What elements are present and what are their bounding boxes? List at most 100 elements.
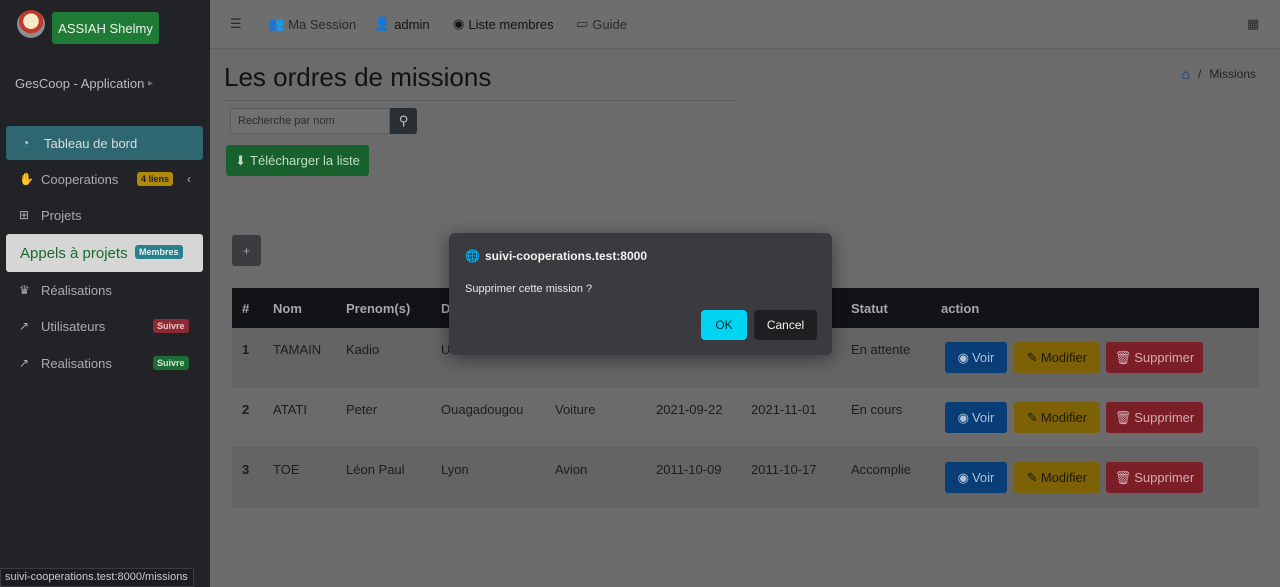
- col-prenom: Prenom(s): [346, 301, 411, 316]
- cell-date-debut: 2011-10-09: [656, 462, 722, 477]
- delete-button[interactable]: 🗑 Supprimer: [1106, 402, 1203, 433]
- delete-label: Supprimer: [1134, 470, 1195, 485]
- nav-members-label: Liste membres: [468, 16, 554, 32]
- nav-guide-label: Guide: [592, 16, 627, 32]
- delete-label: Supprimer: [1134, 350, 1195, 365]
- chevron-left-icon[interactable]: ‹: [187, 172, 191, 186]
- view-label: Voir: [971, 470, 995, 485]
- dialog-ok-button[interactable]: OK: [701, 310, 747, 340]
- cell-prenom: Léon Paul: [346, 462, 405, 477]
- edit-label: Modifier: [1040, 410, 1088, 425]
- page-title: Les ordres de missions: [224, 62, 492, 92]
- breadcrumb-separator: /: [1197, 67, 1202, 81]
- trophy-icon: ♛: [19, 283, 30, 297]
- row-index: 2: [242, 402, 250, 417]
- sidebar-item-label: Réalisations: [41, 282, 112, 298]
- sidebar-item-dashboard[interactable]: ◔ Tableau de bord: [6, 126, 203, 160]
- hamburger-menu-icon[interactable]: ☰: [230, 16, 242, 32]
- view-button[interactable]: ◉ Voir: [945, 342, 1007, 373]
- edit-button[interactable]: ✎ Modifier: [1014, 342, 1100, 373]
- edit-button[interactable]: ✎ Modifier: [1014, 462, 1100, 493]
- col-statut: Statut: [851, 301, 888, 316]
- sidebar: ASSIAH Shelmy GesCoop - Application ▸ ◔ …: [0, 0, 210, 587]
- suivre-badge: Suivre: [153, 356, 189, 370]
- sidebar-item-cooperations[interactable]: ✋ Cooperations 4 liens ‹: [6, 162, 203, 196]
- view-button[interactable]: ◉ Voir: [945, 402, 1007, 433]
- download-list-button[interactable]: ⬇ Télécharger la liste: [226, 145, 369, 176]
- title-divider: [224, 100, 738, 101]
- row-index: 1: [242, 342, 250, 357]
- edit-label: Modifier: [1040, 350, 1088, 365]
- sidebar-item-realisations[interactable]: ♛ Réalisations: [6, 273, 203, 307]
- search-button[interactable]: ⚲: [390, 108, 417, 134]
- cell-nom: TOE: [273, 462, 300, 477]
- edit-icon: ✎: [1026, 409, 1038, 425]
- nav-guide[interactable]: ▭ Guide: [576, 16, 627, 32]
- sidebar-item-realisations-suivi[interactable]: ↗ Realisations Suivre: [6, 346, 203, 380]
- sidebar-item-label: Tableau de bord: [44, 135, 138, 151]
- dialog-cancel-button[interactable]: Cancel: [754, 310, 817, 340]
- nav-session-label: Ma Session: [288, 16, 357, 32]
- eye-icon: ◉: [957, 409, 969, 425]
- edit-icon: ✎: [1026, 349, 1038, 365]
- view-button[interactable]: ◉ Voir: [945, 462, 1007, 493]
- eye-icon: ◉: [453, 16, 465, 31]
- cell-date-debut: 2021-09-22: [656, 402, 723, 417]
- grid-apps-icon[interactable]: ▦: [1247, 16, 1259, 32]
- chart-icon: ↗: [19, 319, 30, 333]
- add-mission-button[interactable]: +: [232, 235, 261, 266]
- members-badge: Membres: [135, 245, 183, 259]
- breadcrumb: ⌂ / Missions: [1182, 66, 1257, 82]
- sitemap-icon: ⊞: [19, 208, 30, 222]
- book-icon: ▭: [576, 16, 589, 31]
- trash-icon: 🗑: [1114, 409, 1132, 425]
- nav-admin[interactable]: 👤 admin: [374, 16, 430, 32]
- table-row: 2 ATATI Peter Ouagadougou Voiture 2021-0…: [232, 388, 1259, 448]
- table-row: 3 TOE Léon Paul Lyon Avion 2011-10-09 20…: [232, 448, 1259, 508]
- sidebar-item-appels-projets[interactable]: Appels à projets Membres: [6, 234, 203, 272]
- col-nom: Nom: [273, 301, 302, 316]
- sidebar-item-label: Realisations: [41, 355, 112, 371]
- dashboard-icon: ◔: [22, 136, 30, 150]
- sidebar-item-projets[interactable]: ⊞ Projets: [6, 198, 203, 232]
- dialog-message: Supprimer cette mission ?: [465, 283, 593, 295]
- chart-icon: ↗: [19, 356, 30, 370]
- top-navbar: ☰ 👥 Ma Session 👤 admin ◉ Liste membres ▭…: [210, 0, 1280, 49]
- sidebar-item-label: Projets: [41, 207, 82, 223]
- eye-icon: ◉: [957, 469, 969, 485]
- row-index: 3: [242, 462, 250, 477]
- sidebar-item-utilisateurs[interactable]: ↗ Utilisateurs Suivre: [6, 309, 203, 343]
- edit-icon: ✎: [1026, 469, 1038, 485]
- col-index: #: [242, 301, 250, 316]
- delete-button[interactable]: 🗑 Supprimer: [1106, 342, 1203, 373]
- delete-button[interactable]: 🗑 Supprimer: [1106, 462, 1203, 493]
- view-label: Voir: [971, 350, 995, 365]
- cell-date-fin: 2011-10-17: [751, 462, 817, 477]
- globe-icon: 🌐: [465, 249, 480, 263]
- cell-transport: Avion: [555, 462, 588, 477]
- confirm-dialog: 🌐 suivi-cooperations.test:8000 Supprimer…: [449, 233, 832, 355]
- view-label: Voir: [971, 410, 995, 425]
- cell-destination: Ouagadougou: [441, 402, 524, 417]
- sidebar-item-label: Appels à projets: [20, 244, 128, 262]
- breadcrumb-current: Missions: [1209, 67, 1256, 81]
- user-plus-icon: 👤: [374, 16, 391, 31]
- cell-nom: TAMAIN: [273, 342, 322, 357]
- search-icon: ⚲: [398, 113, 409, 128]
- user-profile-button[interactable]: ASSIAH Shelmy: [52, 12, 159, 44]
- download-icon: ⬇: [235, 152, 247, 168]
- cell-nom: ATATI: [273, 402, 307, 417]
- links-badge: 4 liens: [137, 172, 174, 186]
- sidebar-item-label: Utilisateurs: [41, 318, 106, 334]
- download-label: Télécharger la liste: [250, 153, 360, 168]
- cell-statut: En attente: [851, 342, 911, 357]
- cell-statut: En cours: [851, 402, 903, 417]
- nav-members[interactable]: ◉ Liste membres: [453, 16, 554, 32]
- brand-logo[interactable]: [17, 10, 45, 38]
- home-icon[interactable]: ⌂: [1182, 66, 1190, 82]
- users-icon: 👥: [268, 16, 285, 31]
- edit-button[interactable]: ✎ Modifier: [1014, 402, 1100, 433]
- search-input[interactable]: [230, 108, 390, 134]
- nav-session[interactable]: 👥 Ma Session: [268, 16, 356, 32]
- edit-label: Modifier: [1040, 470, 1088, 485]
